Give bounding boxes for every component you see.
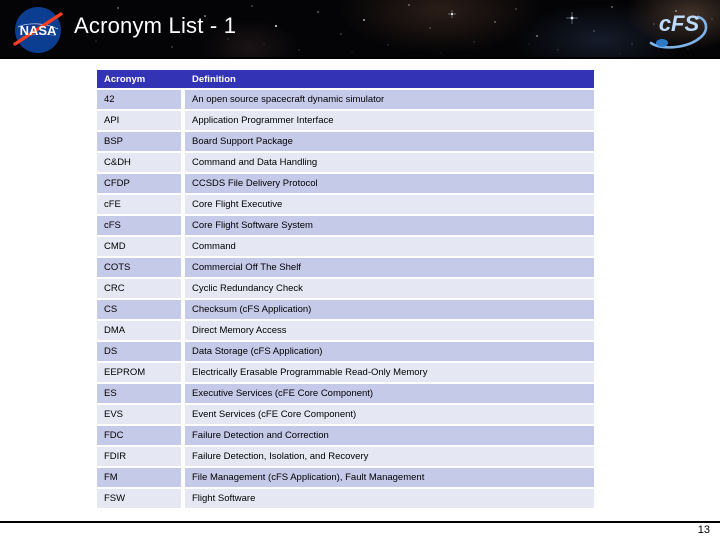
cell-acronym: DMA	[97, 321, 181, 340]
table-row: ES Executive Services (cFE Core Component…	[97, 384, 594, 403]
cell-acronym: FDC	[97, 426, 181, 445]
cell-definition: Core Flight Software System	[185, 216, 594, 235]
table-row: cFE Core Flight Executive	[97, 195, 594, 214]
table-row: BSP Board Support Package	[97, 132, 594, 151]
cell-definition: Commercial Off The Shelf	[185, 258, 594, 277]
table-row: EVS Event Services (cFE Core Component)	[97, 405, 594, 424]
table-row: C&DH Command and Data Handling	[97, 153, 594, 172]
cell-definition: File Management (cFS Application), Fault…	[185, 468, 594, 487]
table-row: CMD Command	[97, 237, 594, 256]
nasa-logo: NASA	[13, 7, 63, 53]
cell-acronym: CMD	[97, 237, 181, 256]
cell-definition: Checksum (cFS Application)	[185, 300, 594, 319]
column-header-definition: Definition	[185, 70, 594, 88]
table-row: 42 An open source spacecraft dynamic simu…	[97, 90, 594, 109]
table-row: CRC Cyclic Redundancy Check	[97, 279, 594, 298]
cell-definition: Failure Detection and Correction	[185, 426, 594, 445]
table-row: CFDP CCSDS File Delivery Protocol	[97, 174, 594, 193]
table-row: DS Data Storage (cFS Application)	[97, 342, 594, 361]
cell-acronym: COTS	[97, 258, 181, 277]
table-row: FM File Management (cFS Application), Fau…	[97, 468, 594, 487]
cell-definition: Event Services (cFE Core Component)	[185, 405, 594, 424]
cell-definition: Cyclic Redundancy Check	[185, 279, 594, 298]
cell-acronym: FSW	[97, 489, 181, 508]
cell-acronym: CS	[97, 300, 181, 319]
slide-header-banner: NASA cFS Acronym List - 1	[0, 0, 720, 58]
table-row: FSW Flight Software	[97, 489, 594, 508]
cell-acronym: EEPROM	[97, 363, 181, 382]
cell-definition: Application Programmer Interface	[185, 111, 594, 130]
table-row: DMA Direct Memory Access	[97, 321, 594, 340]
column-header-acronym: Acronym	[97, 70, 181, 88]
cell-definition: Flight Software	[185, 489, 594, 508]
cell-definition: CCSDS File Delivery Protocol	[185, 174, 594, 193]
cell-definition: Command	[185, 237, 594, 256]
cell-definition: An open source spacecraft dynamic simula…	[185, 90, 594, 109]
cfs-logo: cFS	[649, 11, 708, 49]
cell-acronym: FDIR	[97, 447, 181, 466]
nasa-logo-wordmark: NASA	[20, 23, 57, 38]
cfs-logo-wordmark: cFS	[659, 11, 700, 36]
table-row: FDIR Failure Detection, Isolation, and Re…	[97, 447, 594, 466]
acronym-table-container: Acronym Definition 42 An open source spac…	[97, 70, 594, 508]
cell-acronym: EVS	[97, 405, 181, 424]
header-divider	[0, 57, 720, 59]
cell-acronym: cFS	[97, 216, 181, 235]
cell-definition: Data Storage (cFS Application)	[185, 342, 594, 361]
cell-acronym: CFDP	[97, 174, 181, 193]
table-header: Acronym Definition	[97, 70, 594, 88]
table-row: COTS Commercial Off The Shelf	[97, 258, 594, 277]
cell-acronym: BSP	[97, 132, 181, 151]
table-row: FDC Failure Detection and Correction	[97, 426, 594, 445]
page-title: Acronym List - 1	[74, 13, 237, 38]
cell-acronym: FM	[97, 468, 181, 487]
table-row: EEPROM Electrically Erasable Programmable…	[97, 363, 594, 382]
cell-definition: Failure Detection, Isolation, and Recove…	[185, 447, 594, 466]
footer-divider	[0, 521, 720, 523]
acronym-table: Acronym Definition 42 An open source spac…	[97, 70, 594, 508]
table-row: CS Checksum (cFS Application)	[97, 300, 594, 319]
cell-acronym: C&DH	[97, 153, 181, 172]
cell-acronym: DS	[97, 342, 181, 361]
table-row: cFS Core Flight Software System	[97, 216, 594, 235]
cell-acronym: ES	[97, 384, 181, 403]
table-body: 42 An open source spacecraft dynamic simu…	[97, 88, 594, 508]
cell-acronym: cFE	[97, 195, 181, 214]
page-number: 13	[697, 524, 710, 536]
table-header-row: Acronym Definition	[97, 70, 594, 88]
cell-acronym: API	[97, 111, 181, 130]
cell-definition: Command and Data Handling	[185, 153, 594, 172]
cell-definition: Direct Memory Access	[185, 321, 594, 340]
cell-acronym: CRC	[97, 279, 181, 298]
cell-acronym: 42	[97, 90, 181, 109]
cell-definition: Core Flight Executive	[185, 195, 594, 214]
cell-definition: Board Support Package	[185, 132, 594, 151]
cell-definition: Electrically Erasable Programmable Read-…	[185, 363, 594, 382]
cell-definition: Executive Services (cFE Core Component)	[185, 384, 594, 403]
table-row: API Application Programmer Interface	[97, 111, 594, 130]
